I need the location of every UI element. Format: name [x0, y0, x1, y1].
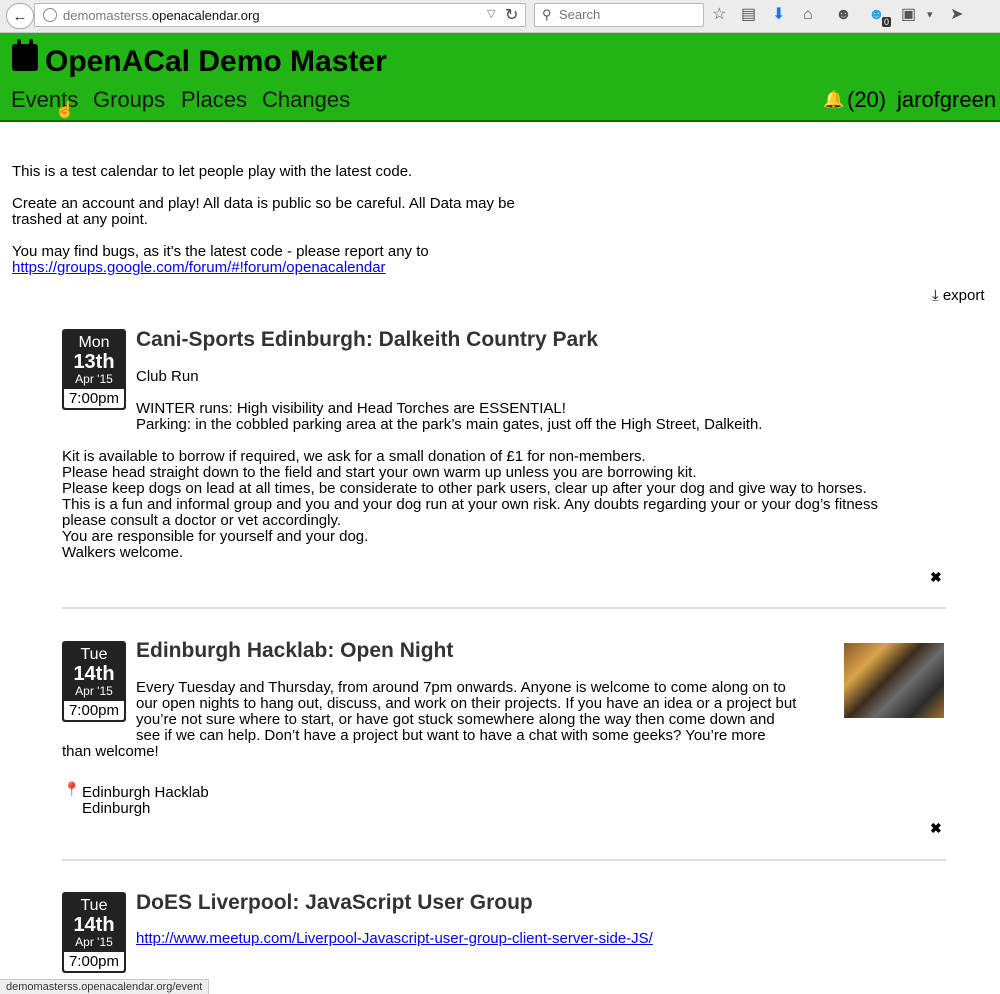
event-description: see if we can help. Don’t have a project…	[136, 727, 766, 744]
site-title[interactable]: OpenACal Demo Master	[45, 45, 387, 79]
event-weekday: Tue	[80, 646, 108, 663]
nav-changes[interactable]: Changes	[262, 87, 350, 113]
event-description: This is a fun and informal group and you…	[62, 496, 879, 513]
intro-text: You may find bugs, as it's the latest co…	[12, 243, 429, 260]
event-title[interactable]: Edinburgh Hacklab: Open Night	[136, 639, 453, 663]
reading-list-icon[interactable]: ▤	[741, 5, 756, 25]
camera-icon[interactable]: ▣	[901, 5, 916, 25]
send-icon[interactable]: ➤	[950, 5, 963, 25]
event-title[interactable]: Cani-Sports Edinburgh: Dalkeith Country …	[136, 328, 598, 352]
status-bar-url: demomasterss.openacalendar.org/event	[0, 979, 210, 994]
home-icon[interactable]: ⌂	[803, 5, 813, 25]
event-description: Walkers welcome.	[62, 544, 184, 561]
nav-groups[interactable]: Groups	[93, 87, 165, 113]
hand-cursor-icon: ☝	[55, 102, 75, 119]
search-input[interactable]	[559, 7, 699, 22]
event-description: You are responsible for yourself and you…	[62, 528, 369, 545]
chevron-down-icon[interactable]: ▾	[927, 5, 933, 25]
event-time: 7:00pm	[64, 952, 124, 971]
close-icon[interactable]: ✖	[930, 569, 942, 586]
chat-icon[interactable]: ☻	[835, 5, 852, 25]
event-day: 13th	[73, 351, 115, 373]
event-description: than welcome!	[62, 743, 159, 760]
area-link[interactable]: Edinburgh	[82, 801, 150, 817]
calendar-icon	[12, 39, 38, 71]
event-description: Parking: in the cobbled parking area at …	[136, 416, 763, 433]
intro-text: trashed at any point.	[12, 211, 148, 228]
event-day: 14th	[73, 663, 115, 685]
event-time: 7:00pm	[64, 701, 124, 720]
event-description: you’re not sure where to start, or have …	[136, 711, 775, 728]
event-weekday: Mon	[78, 334, 110, 351]
event-description: Please head straight down to the field a…	[62, 464, 697, 481]
chevron-down-icon[interactable]: ▽	[487, 7, 495, 20]
bell-icon[interactable]: 🔔	[823, 90, 844, 110]
event-time: 7:00pm	[64, 389, 124, 408]
divider	[62, 607, 946, 609]
nav-places[interactable]: Places	[181, 87, 247, 113]
map-pin-icon: 📍	[63, 781, 81, 797]
event-month: Apr '15	[75, 372, 113, 386]
event-photo[interactable]	[844, 643, 944, 718]
event-weekday: Tue	[80, 897, 108, 914]
globe-icon	[43, 8, 57, 22]
browser-toolbar: ← demomasterss.openacalendar.org ▽ ↻ ⚲ ☆…	[0, 0, 1000, 33]
event-month: Apr '15	[75, 935, 113, 949]
forum-link[interactable]: https://groups.google.com/forum/#!forum/…	[12, 259, 386, 276]
event-description: Club Run	[136, 368, 199, 385]
event-date[interactable]: Mon 13th Apr '15 7:00pm	[62, 329, 126, 410]
site-header: OpenACal Demo Master Events Groups Place…	[0, 33, 1000, 122]
download-arrow-icon[interactable]: ⬇	[772, 5, 785, 25]
back-arrow-icon[interactable]: ←	[6, 3, 34, 29]
venue-link[interactable]: Edinburgh Hacklab	[82, 785, 209, 801]
star-icon[interactable]: ☆	[712, 5, 726, 25]
event-title[interactable]: DoES Liverpool: JavaScript User Group	[136, 891, 533, 915]
close-icon[interactable]: ✖	[930, 820, 942, 837]
username-link[interactable]: jarofgreen	[897, 87, 996, 113]
badge-count: 0	[882, 17, 892, 27]
search-icon: ⚲	[542, 7, 552, 22]
download-icon: ⤓	[932, 287, 939, 304]
url-text: demomasterss.openacalendar.org	[63, 8, 260, 23]
event-description: our open nights to hang out, discuss, an…	[136, 695, 797, 712]
notification-count[interactable]: (20)	[847, 87, 886, 113]
search-bar[interactable]: ⚲	[534, 3, 704, 27]
url-bar[interactable]: demomasterss.openacalendar.org ▽ ↻	[34, 3, 526, 27]
reload-icon[interactable]: ↻	[505, 5, 518, 25]
event-date[interactable]: Tue 14th Apr '15 7:00pm	[62, 892, 126, 973]
event-date[interactable]: Tue 14th Apr '15 7:00pm	[62, 641, 126, 722]
event-day: 14th	[73, 914, 115, 936]
event-description: Every Tuesday and Thursday, from around …	[136, 679, 786, 696]
intro-text: This is a test calendar to let people pl…	[12, 163, 413, 180]
event-description: Please keep dogs on lead at all times, b…	[62, 480, 867, 497]
export-button[interactable]: ⤓ export	[932, 287, 985, 304]
event-description: WINTER runs: High visibility and Head To…	[136, 400, 566, 417]
event-link[interactable]: http://www.meetup.com/Liverpool-Javascri…	[136, 930, 653, 947]
divider	[62, 859, 946, 861]
event-description: Kit is available to borrow if required, …	[62, 448, 646, 465]
event-description: please consult a doctor or vet according…	[62, 512, 342, 529]
intro-text: Create an account and play! All data is …	[12, 195, 515, 212]
event-month: Apr '15	[75, 684, 113, 698]
